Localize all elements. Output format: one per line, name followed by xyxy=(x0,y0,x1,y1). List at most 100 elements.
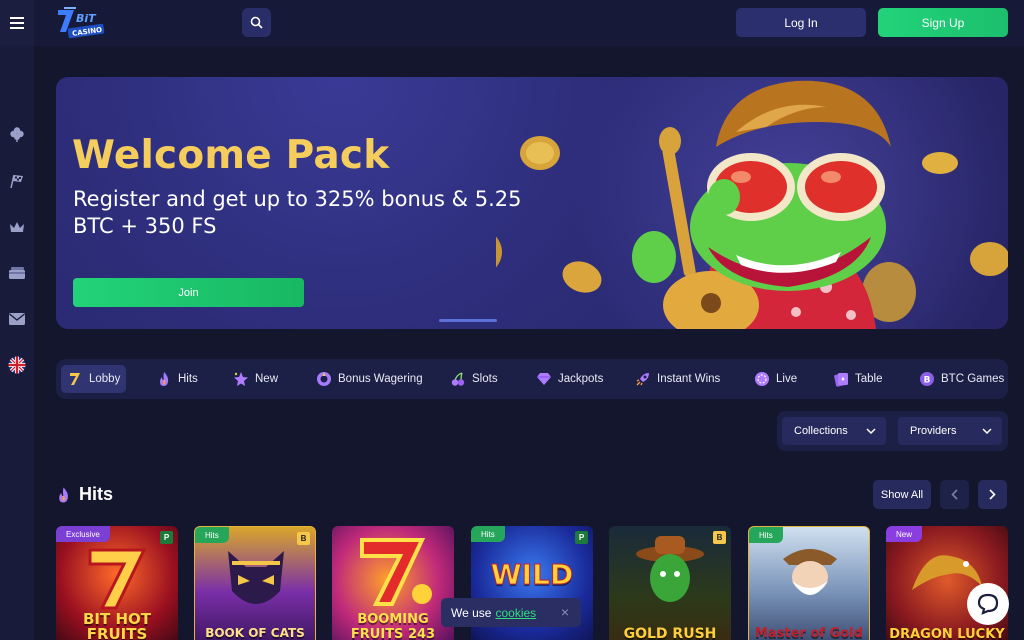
sidebar-item-vip[interactable] xyxy=(0,212,34,242)
live-chip-icon xyxy=(754,371,770,387)
uk-flag-icon xyxy=(8,356,26,374)
login-button[interactable]: Log In xyxy=(736,8,866,37)
tab-label: Lobby xyxy=(89,373,121,385)
sidebar xyxy=(0,46,34,640)
tab-bonus-wagering[interactable]: Bonus Wagering xyxy=(310,365,429,393)
close-icon[interactable]: × xyxy=(559,605,571,619)
game-title: Master of Gold xyxy=(755,626,863,640)
sidebar-item-language[interactable] xyxy=(0,350,34,380)
seven-symbol-icon xyxy=(360,538,432,606)
banner-title: Welcome Pack xyxy=(72,133,390,178)
section-title-label: Hits xyxy=(79,484,114,504)
provider-badge: P xyxy=(160,531,173,544)
tab-label: New xyxy=(255,373,279,385)
seven-logo-icon xyxy=(67,371,83,387)
svg-text:B: B xyxy=(924,376,931,386)
bonus-wheel-icon xyxy=(316,371,332,387)
tab-live[interactable]: Live xyxy=(748,365,803,393)
egyptian-cat-icon xyxy=(228,551,284,604)
clover-icon xyxy=(10,127,24,142)
site-logo[interactable]: BiT CASINO xyxy=(54,6,108,40)
show-all-button[interactable]: Show All xyxy=(873,480,931,509)
mail-icon xyxy=(9,313,25,325)
game-tile[interactable]: Hits Master of Gold xyxy=(748,526,870,640)
game-title: BOOMING FRUITS 243 xyxy=(350,612,436,640)
tab-btc-games[interactable]: B BTC Games xyxy=(913,365,1010,393)
chevron-down-icon xyxy=(866,428,876,434)
cookie-text: We use xyxy=(451,605,492,620)
game-title: WILD xyxy=(490,558,574,591)
sidebar-item-mail[interactable] xyxy=(0,304,34,334)
tab-label: Jackpots xyxy=(558,373,604,385)
join-button[interactable]: Join xyxy=(73,278,304,307)
providers-label: Providers xyxy=(910,425,957,437)
collections-label: Collections xyxy=(794,425,848,437)
game-title: BOOK OF CATS xyxy=(205,626,305,640)
svg-text:BiT: BiT xyxy=(76,12,97,25)
tab-table[interactable]: Table xyxy=(827,365,889,393)
frog-guitar-illustration xyxy=(496,80,1008,329)
tab-label: BTC Games xyxy=(941,373,1005,385)
cards-icon xyxy=(9,267,25,279)
tab-instant-wins[interactable]: Instant Wins xyxy=(629,365,726,393)
provider-badge: P xyxy=(575,531,588,544)
tab-label: Instant Wins xyxy=(657,373,721,385)
carousel-next-button[interactable] xyxy=(978,480,1007,509)
sidebar-item-cards[interactable] xyxy=(0,258,34,288)
racing-flag-icon xyxy=(10,174,23,189)
sparkle-star-icon xyxy=(233,371,249,387)
seven-symbol-icon xyxy=(88,548,147,610)
tab-label: Slots xyxy=(472,373,498,385)
welcome-banner[interactable]: Welcome Pack Register and get up to 325%… xyxy=(56,77,1008,329)
tab-label: Hits xyxy=(178,373,198,385)
sidebar-item-racing[interactable] xyxy=(0,166,34,196)
game-badge: Hits xyxy=(471,526,505,542)
tab-label: Bonus Wagering xyxy=(338,373,423,385)
signup-button[interactable]: Sign Up xyxy=(878,8,1008,37)
gold-miner-icon xyxy=(783,549,837,595)
carousel-prev-button[interactable] xyxy=(940,480,969,509)
carousel-indicator[interactable] xyxy=(439,319,497,322)
hamburger-menu-button[interactable] xyxy=(0,0,34,46)
provider-badge: B xyxy=(713,531,726,544)
tab-slots[interactable]: Slots xyxy=(444,365,504,393)
hamburger-icon xyxy=(10,17,24,29)
cookies-link[interactable]: cookies xyxy=(495,606,536,620)
provider-badge: B xyxy=(297,532,310,545)
filter-bar: Collections Providers xyxy=(777,411,1008,451)
category-nav: Lobby Hits New Bonus Wagering Slots Jack… xyxy=(56,359,1008,399)
flame-icon xyxy=(156,371,172,387)
tab-label: Live xyxy=(776,373,798,385)
game-title: DRAGON LUCKY xyxy=(889,627,1005,640)
game-tile[interactable]: Exclusive P BIT HOT FRUITS xyxy=(56,526,178,640)
tab-new[interactable]: New xyxy=(227,365,284,393)
game-title: GOLD RUSH xyxy=(623,626,717,640)
game-tile[interactable]: BOOMING FRUITS 243 xyxy=(332,526,454,640)
section-title-hits: Hits xyxy=(56,484,113,505)
game-badge: Exclusive xyxy=(56,526,110,542)
flame-icon xyxy=(59,487,68,502)
chevron-right-icon xyxy=(989,489,996,500)
game-tile[interactable]: B GOLD RUSH xyxy=(609,526,731,640)
rocket-icon xyxy=(635,371,651,387)
cowboy-cactus-icon xyxy=(636,536,704,602)
cookie-banner: We use cookies × xyxy=(441,598,581,627)
providers-dropdown[interactable]: Providers xyxy=(898,417,1002,445)
bitcoin-icon: B xyxy=(919,371,935,387)
chevron-down-icon xyxy=(982,428,992,434)
sidebar-item-clover[interactable] xyxy=(0,119,34,149)
tab-label: Table xyxy=(855,373,883,385)
chevron-left-icon xyxy=(951,489,958,500)
diamond-icon xyxy=(536,371,552,387)
crown-icon xyxy=(10,222,24,232)
top-bar: BiT CASINO Log In Sign Up xyxy=(0,0,1024,46)
tab-jackpots[interactable]: Jackpots xyxy=(530,365,609,393)
live-chat-button[interactable] xyxy=(967,583,1009,625)
game-tile[interactable]: Hits B BOOK OF CATS xyxy=(194,526,316,640)
collections-dropdown[interactable]: Collections xyxy=(782,417,886,445)
search-button[interactable] xyxy=(242,8,271,37)
cherries-icon xyxy=(450,371,466,387)
tab-hits[interactable]: Hits xyxy=(150,365,204,393)
game-title: BIT HOT FRUITS xyxy=(82,610,151,640)
tab-lobby[interactable]: Lobby xyxy=(61,365,127,393)
